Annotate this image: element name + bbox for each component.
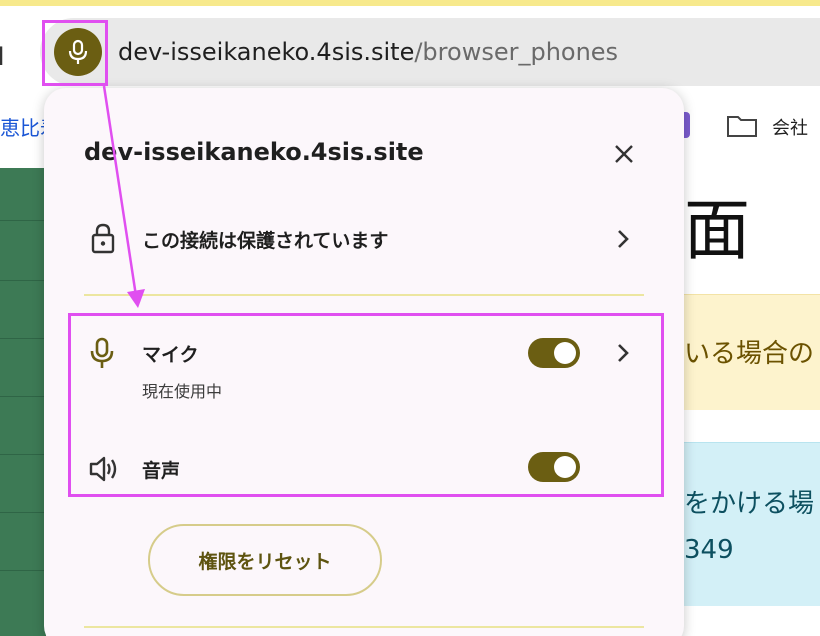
info-alert-number: 349 (684, 535, 734, 565)
speaker-icon (89, 456, 117, 482)
site-info-popup: dev-isseikaneko.4sis.site この接続は保護されています … (44, 88, 684, 636)
sound-toggle[interactable] (528, 452, 580, 482)
bookmark-folder-label[interactable]: 会社 (772, 114, 808, 140)
microphone-permission-label: マイク (142, 344, 199, 366)
divider (84, 626, 644, 628)
divider (84, 294, 644, 296)
microphone-permission-status: 現在使用中 (142, 382, 223, 401)
connection-security-row[interactable]: この接続は保護されています (44, 210, 684, 266)
warning-alert-text: いる場合の (684, 339, 815, 369)
info-alert: をかける場 349 (684, 442, 820, 606)
nav-fragment: ı (0, 34, 6, 74)
close-icon (615, 145, 633, 163)
microphone-icon (90, 337, 114, 368)
url-path: /browser_phones (414, 38, 619, 66)
close-button[interactable] (610, 140, 638, 168)
site-info-chip[interactable] (54, 28, 102, 76)
chevron-right-icon (618, 230, 629, 248)
info-alert-text: をかける場 (684, 489, 815, 519)
folder-icon (727, 116, 757, 137)
warning-alert: いる場合の (684, 294, 820, 410)
toggle-knob (554, 342, 576, 364)
reset-permissions-button[interactable]: 権限をリセット (148, 524, 382, 596)
microphone-toggle[interactable] (528, 338, 580, 368)
popup-title: dev-isseikaneko.4sis.site (84, 138, 424, 166)
lock-icon (91, 223, 115, 254)
microphone-icon (68, 39, 88, 64)
chevron-right-icon[interactable] (616, 342, 630, 364)
toggle-knob (554, 456, 576, 478)
url-host: dev-isseikaneko.4sis.site (118, 38, 415, 66)
page-sidebar-strip (0, 168, 46, 636)
page-heading: 面 (684, 192, 750, 269)
url-text[interactable]: dev-isseikaneko.4sis.site/browser_phones (118, 36, 618, 68)
connection-security-label: この接続は保護されています (142, 230, 389, 252)
sound-permission-label: 音声 (142, 460, 181, 482)
